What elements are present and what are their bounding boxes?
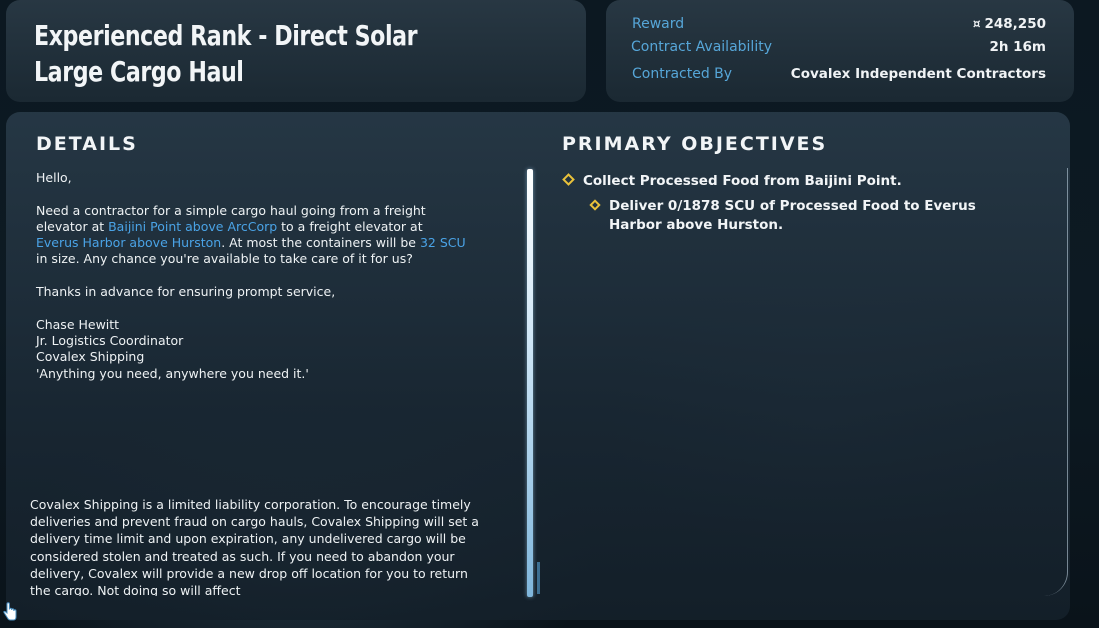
contracted-by-value: Covalex Independent Contractors (790, 66, 1046, 82)
reward-value: 248,250 (984, 16, 1047, 32)
reward-label: Reward (632, 16, 685, 32)
availability-value: 2h 16m (989, 39, 1046, 55)
objectives-list: Collect Processed Food from Baijini Poin… (562, 172, 1012, 242)
contracted-by-label: Contracted By (632, 66, 733, 82)
details-body: Hello, Need a contractor for a simple ca… (36, 170, 466, 382)
contract-screen: Experienced Rank - Direct Solar Large Ca… (0, 0, 1099, 628)
contract-info-panel: Reward ¤ 248,250 Contract Availability 2h… (606, 0, 1074, 102)
greeting: Hello, (36, 170, 72, 185)
signature-motto: 'Anything you need, anywhere you need it… (36, 365, 309, 381)
container-size: 32 SCU (419, 235, 466, 251)
signature-company: Covalex Shipping (36, 349, 145, 365)
contract-main-panel: DETAILS Hello, Need a contractor for a s… (6, 112, 1070, 620)
sub-objective-item: Deliver 0/1878 SCU of Processed Food to … (562, 197, 1002, 235)
reward-row: Reward ¤ 248,250 (606, 16, 1074, 38)
auec-currency-icon: ¤ (972, 17, 981, 31)
availability-row: Contract Availability 2h 16m (606, 39, 1074, 61)
contract-title: Experienced Rank - Direct Solar Large Ca… (34, 19, 418, 88)
details-text: to a freight elevator at (277, 218, 423, 234)
objectives-heading: PRIMARY OBJECTIVES (562, 133, 828, 155)
location-link-destination: Everus Harbor above Hurston (36, 235, 222, 251)
availability-label: Contract Availability (631, 39, 772, 55)
details-text: in size. Any chance you're available to … (36, 251, 413, 267)
legal-disclaimer: Covalex Shipping is a limited liability … (30, 497, 479, 596)
objective-item: Collect Processed Food from Baijini Poin… (562, 172, 1012, 191)
contract-title-panel: Experienced Rank - Direct Solar Large Ca… (6, 0, 586, 102)
location-link-origin: Baijini Point above ArcCorp (108, 218, 278, 234)
details-paragraph: Need a contractor for a simple cargo hau… (36, 203, 466, 268)
signature-role: Jr. Logistics Coordinator (36, 332, 184, 348)
sub-objective-text: Deliver 0/1878 SCU of Processed Food to … (609, 198, 976, 233)
objective-text: Collect Processed Food from Baijini Poin… (583, 173, 902, 189)
details-heading: DETAILS (36, 133, 138, 155)
sub-objective-diamond-icon (589, 199, 601, 211)
hand-cursor-icon (3, 602, 17, 621)
thanks-line: Thanks in advance for ensuring prompt se… (36, 284, 336, 300)
reward-value-group: ¤ 248,250 (973, 16, 1046, 32)
objective-diamond-icon (562, 173, 575, 186)
objectives-panel-edge (1038, 168, 1068, 596)
details-scrollbar[interactable] (527, 169, 533, 597)
details-scrollbar-thumb[interactable] (537, 562, 540, 594)
signature-name: Chase Hewitt (36, 316, 120, 332)
details-text: . At most the containers will be (221, 235, 420, 251)
contracted-by-row: Contracted By Covalex Independent Contra… (606, 66, 1074, 88)
